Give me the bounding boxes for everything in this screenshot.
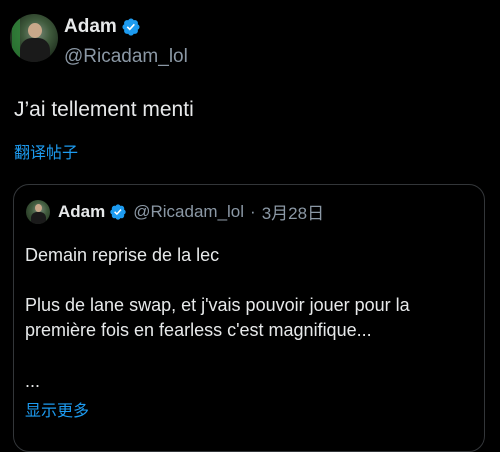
tweet-text: J’ai tellement menti [14,98,194,121]
meta-separator: · [250,201,256,221]
show-more-link[interactable]: 显示更多 [25,397,89,421]
quoted-tweet-body: Demain reprise de la lec Plus de lane sw… [25,243,477,343]
quoted-author-handle[interactable]: @Ricadam_lol [133,202,244,222]
quoted-text-line-1: Demain reprise de la lec [25,245,220,265]
quoted-tweet-header: Adam @Ricadam_lol · 3月28日 [26,199,324,224]
author-block: Adam @Ricadam_lol [64,14,188,68]
verified-badge-icon [110,203,126,220]
author-avatar[interactable] [10,14,58,62]
translate-post-link[interactable]: 翻译帖子 [14,139,78,163]
quoted-author-avatar[interactable] [26,199,50,224]
quoted-tweet-card[interactable]: Adam @Ricadam_lol · 3月28日 Demain reprise… [13,184,485,452]
verified-badge-icon [122,18,140,36]
quoted-author-name[interactable]: Adam [58,202,105,222]
quoted-text-line-2: Plus de lane swap, et j'vais pouvoir jou… [25,295,410,340]
quoted-text-ellipsis: ... [25,371,41,391]
quoted-tweet-date[interactable]: 3月28日 [262,199,324,224]
author-name[interactable]: Adam [64,16,117,38]
author-name-row: Adam [64,14,188,40]
author-handle[interactable]: @Ricadam_lol [64,46,188,68]
